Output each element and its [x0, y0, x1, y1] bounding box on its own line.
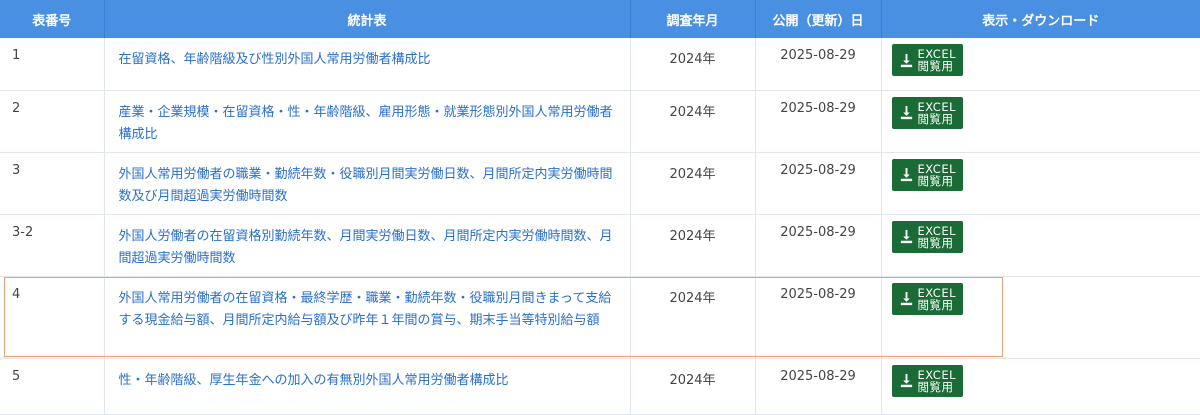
download-icon [900, 53, 912, 67]
table-row: 3 外国人常用労働者の職業・勤続年数・役職別月間実労働日数、月間所定内実労働時間… [0, 152, 1200, 215]
survey-month: 2024年 [630, 214, 756, 277]
table-header: 表番号 統計表 調査年月 公開（更新）日 表示・ダウンロード [0, 0, 1200, 38]
published-date: 2025-08-29 [755, 38, 882, 91]
stat-table-link[interactable]: 外国人常用労働者の職業・勤続年数・役職別月間実労働日数、月間所定内実労働時間数及… [119, 167, 613, 204]
table-row: 3-2 外国人労働者の在留資格別勤続年数、月間実労働日数、月間所定内実労働時間数… [0, 214, 1200, 277]
download-icon [900, 373, 912, 388]
view-label: 閲覧用 [917, 379, 954, 394]
header-published[interactable]: 公開（更新）日 [755, 0, 882, 38]
stat-table-link[interactable]: 在留資格、年齢階級及び性別外国人常用労働者構成比 [119, 52, 431, 67]
download-icon [900, 105, 912, 120]
header-number[interactable]: 表番号 [0, 0, 105, 38]
row-number: 1 [0, 38, 105, 91]
stat-table-link[interactable]: 産業・企業規模・在留資格・性・年齢階級、雇用形態・就業形態別外国人常用労働者構成… [119, 105, 613, 142]
published-date: 2025-08-29 [755, 90, 882, 153]
stat-table-link[interactable]: 性・年齢階級、厚生年金への加入の有無別外国人常用労働者構成比 [119, 373, 509, 388]
table-row: 4 外国人常用労働者の在留資格・最終学歴・職業・勤続年数・役職別月間きまって支給… [0, 276, 1200, 359]
excel-download-button[interactable]: EXCEL 閲覧用 [891, 158, 964, 191]
download-icon [900, 291, 912, 306]
excel-download-button[interactable]: EXCEL 閲覧用 [891, 282, 964, 315]
excel-label: EXCEL [917, 223, 957, 238]
survey-month: 2024年 [630, 276, 756, 359]
row-number: 3-2 [0, 214, 105, 277]
statistics-table: 表番号 統計表 調査年月 公開（更新）日 表示・ダウンロード 1 在留資格、年齢… [0, 0, 1200, 415]
table-row: 1 在留資格、年齢階級及び性別外国人常用労働者構成比 2024年 2025-08… [0, 38, 1200, 91]
header-title[interactable]: 統計表 [104, 0, 631, 38]
excel-label: EXCEL [917, 161, 957, 176]
survey-month: 2024年 [630, 152, 756, 215]
excel-label: EXCEL [917, 99, 957, 114]
header-survey-month[interactable]: 調査年月 [630, 0, 756, 38]
download-icon [900, 229, 912, 244]
view-label: 閲覧用 [917, 297, 954, 312]
excel-download-button[interactable]: EXCEL 閲覧用 [891, 44, 964, 76]
row-number: 4 [0, 276, 105, 359]
excel-download-button[interactable]: EXCEL 閲覧用 [891, 220, 964, 253]
view-label: 閲覧用 [917, 59, 954, 73]
excel-download-button[interactable]: EXCEL 閲覧用 [891, 364, 964, 397]
view-label: 閲覧用 [917, 235, 954, 250]
excel-label: EXCEL [917, 285, 957, 300]
stat-table-link[interactable]: 外国人労働者の在留資格別勤続年数、月間実労働日数、月間所定内実労働時間数、月間超… [119, 229, 613, 266]
download-icon [900, 167, 912, 182]
published-date: 2025-08-29 [755, 358, 882, 415]
published-date: 2025-08-29 [755, 276, 882, 359]
excel-download-button[interactable]: EXCEL 閲覧用 [891, 96, 964, 129]
stat-table-link[interactable]: 外国人常用労働者の在留資格・最終学歴・職業・勤続年数・役職別月間きまって支給する… [119, 291, 612, 328]
view-label: 閲覧用 [917, 111, 954, 126]
view-label: 閲覧用 [917, 173, 954, 188]
published-date: 2025-08-29 [755, 152, 882, 215]
table-row: 5 性・年齢階級、厚生年金への加入の有無別外国人常用労働者構成比 2024年 2… [0, 358, 1200, 415]
survey-month: 2024年 [630, 38, 756, 91]
survey-month: 2024年 [630, 90, 756, 153]
row-number: 3 [0, 152, 105, 215]
row-number: 2 [0, 90, 105, 153]
excel-label: EXCEL [917, 367, 957, 382]
published-date: 2025-08-29 [755, 214, 882, 277]
table-row: 2 産業・企業規模・在留資格・性・年齢階級、雇用形態・就業形態別外国人常用労働者… [0, 90, 1200, 153]
header-download: 表示・ダウンロード [881, 0, 1200, 38]
row-number: 5 [0, 358, 105, 415]
survey-month: 2024年 [630, 358, 756, 415]
